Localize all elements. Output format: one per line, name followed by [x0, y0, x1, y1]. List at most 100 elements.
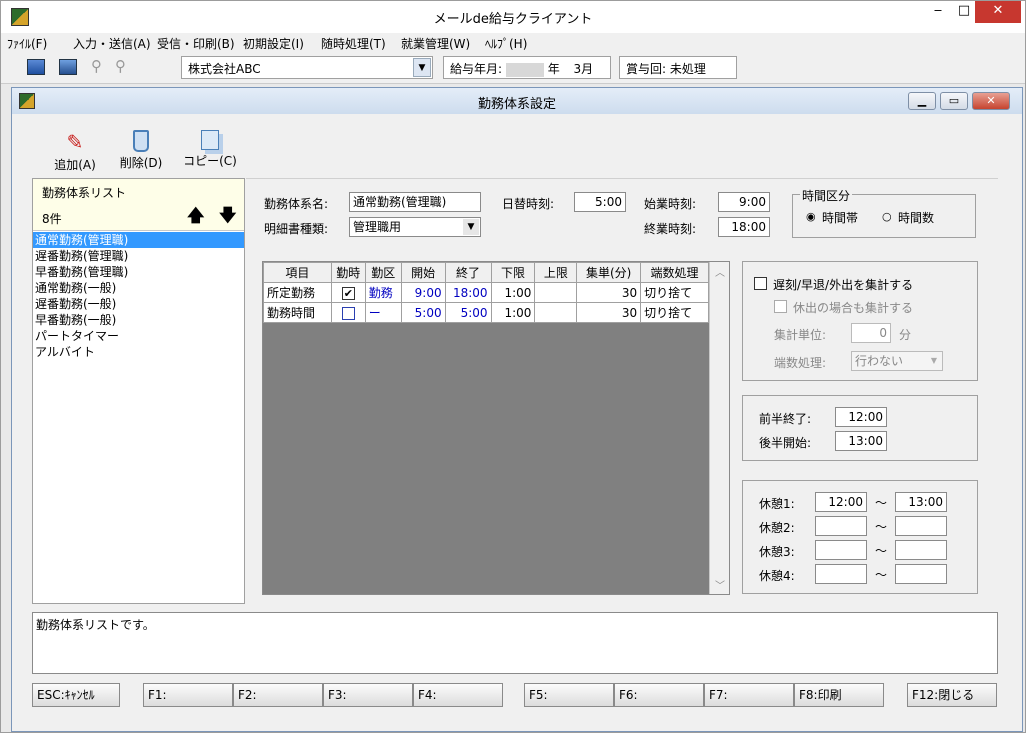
screen-icon[interactable]: [59, 59, 77, 75]
add-button[interactable]: ✎ 追加(A): [50, 130, 100, 173]
cell-item[interactable]: 所定勤務: [263, 282, 332, 303]
child-minimize-icon[interactable]: ▁: [908, 92, 936, 110]
menu-help[interactable]: ﾍﾙﾌﾟ(H): [485, 35, 527, 52]
cell-check[interactable]: ✔: [330, 282, 366, 303]
daychange-field[interactable]: 5:00: [574, 192, 626, 212]
col-header: 端数処理: [640, 262, 709, 283]
scroll-down-icon[interactable]: ﹀: [715, 577, 725, 592]
menu-bar: ﾌｧｲﾙ(F) 入力・送信(A) 受信・印刷(B) 初期設定(I) 随時処理(T…: [1, 33, 1025, 52]
tally-checkbox[interactable]: [754, 277, 767, 290]
break-to-field[interactable]: [895, 540, 947, 560]
menu-occasional[interactable]: 随時処理(T): [321, 35, 386, 52]
menu-work[interactable]: 就業管理(W): [401, 35, 470, 52]
company-select[interactable]: 株式会社ABC ▼: [181, 56, 433, 79]
end-field[interactable]: 18:00: [718, 217, 770, 237]
list-item[interactable]: 通常勤務(一般): [33, 280, 244, 296]
break-to-field[interactable]: [895, 516, 947, 536]
monitor-icon[interactable]: [27, 59, 45, 75]
holiday-label[interactable]: 休出の場合も集計する: [793, 299, 913, 316]
start-field[interactable]: 9:00: [718, 192, 770, 212]
cell-round[interactable]: 切り捨て: [640, 302, 709, 323]
key-icon-2[interactable]: ⚲: [115, 59, 133, 75]
f12-close-button[interactable]: F12:閉じる: [907, 683, 997, 707]
break-from-field[interactable]: [815, 564, 867, 584]
list-item[interactable]: 早番勤務(管理職): [33, 264, 244, 280]
col-header: 項目: [263, 262, 332, 283]
pay-month-month: 3月: [573, 62, 594, 76]
list-item[interactable]: 遅番勤務(一般): [33, 296, 244, 312]
cell-max[interactable]: [534, 282, 578, 303]
cell-check[interactable]: [330, 302, 366, 323]
cell-unit[interactable]: 30: [576, 282, 642, 303]
chevron-down-icon[interactable]: ▼: [927, 353, 941, 369]
cell-end[interactable]: 18:00: [444, 282, 492, 303]
break-to-field[interactable]: [895, 564, 947, 584]
radio-icon[interactable]: ○: [882, 210, 892, 223]
f1-button[interactable]: F1:: [143, 683, 233, 707]
arrow-up-icon[interactable]: 🡅: [187, 203, 204, 232]
copy-button[interactable]: コピー(C): [182, 130, 238, 169]
f4-button[interactable]: F4:: [413, 683, 503, 707]
cell-min[interactable]: 1:00: [490, 302, 536, 323]
cell-start[interactable]: 9:00: [400, 282, 446, 303]
name-field[interactable]: 通常勤務(管理職): [349, 192, 481, 212]
holiday-checkbox[interactable]: [774, 300, 787, 313]
radio-timeband[interactable]: 時間帯: [822, 209, 858, 226]
round-select[interactable]: 行わない ▼: [851, 351, 943, 371]
f3-button[interactable]: F3:: [323, 683, 413, 707]
pattern-list-panel: 勤務体系リスト 8件 🡅 🡇 通常勤務(管理職) 遅番勤務(管理職) 早番勤務(…: [32, 178, 245, 604]
list-item[interactable]: アルバイト: [33, 344, 244, 360]
close-icon[interactable]: ✕: [975, 1, 1021, 23]
esc-button[interactable]: ESC:ｷｬﾝｾﾙ: [32, 683, 120, 707]
table-row[interactable]: 勤務時間 ー 5:00 5:00 1:00 30 切り捨て: [263, 302, 709, 323]
cell-item[interactable]: 勤務時間: [263, 302, 332, 323]
cell-start[interactable]: 5:00: [400, 302, 446, 323]
cell-round[interactable]: 切り捨て: [640, 282, 709, 303]
first-half-field[interactable]: 12:00: [835, 407, 887, 427]
cell-end[interactable]: 5:00: [444, 302, 492, 323]
menu-receive[interactable]: 受信・印刷(B): [157, 35, 235, 52]
arrow-down-icon[interactable]: 🡇: [219, 203, 236, 232]
list-item[interactable]: パートタイマー: [33, 328, 244, 344]
col-header: 開始: [400, 262, 446, 283]
cell-max[interactable]: [534, 302, 578, 323]
f2-button[interactable]: F2:: [233, 683, 323, 707]
key-icon[interactable]: ⚲: [91, 59, 109, 75]
menu-settings[interactable]: 初期設定(I): [243, 35, 304, 52]
break-to-field[interactable]: 13:00: [895, 492, 947, 512]
child-close-icon[interactable]: ✕: [972, 92, 1010, 110]
unit-field[interactable]: 0: [851, 323, 891, 343]
chevron-down-icon[interactable]: ▼: [413, 58, 431, 77]
table-row[interactable]: 所定勤務 ✔ 勤務 9:00 18:00 1:00 30 切り捨て: [263, 282, 709, 303]
cell-min[interactable]: 1:00: [490, 282, 536, 303]
f8-print-button[interactable]: F8:印刷: [794, 683, 884, 707]
list-item[interactable]: 遅番勤務(管理職): [33, 248, 244, 264]
delete-button[interactable]: 削除(D): [116, 130, 166, 171]
child-restore-icon[interactable]: ▭: [940, 92, 968, 110]
payslip-select[interactable]: 管理職用 ▼: [349, 217, 481, 237]
break-from-field[interactable]: 12:00: [815, 492, 867, 512]
cell-kind[interactable]: ー: [364, 302, 402, 323]
f7-button[interactable]: F7:: [704, 683, 794, 707]
cell-kind[interactable]: 勤務: [364, 282, 402, 303]
table-scrollbar[interactable]: ︿ ﹀: [709, 262, 729, 594]
f6-button[interactable]: F6:: [614, 683, 704, 707]
second-half-field[interactable]: 13:00: [835, 431, 887, 451]
break-from-field[interactable]: [815, 540, 867, 560]
list-item[interactable]: 早番勤務(一般): [33, 312, 244, 328]
tilde: ～: [875, 520, 888, 534]
radio-selected-icon[interactable]: ◉: [806, 210, 816, 223]
cell-unit[interactable]: 30: [576, 302, 642, 323]
app-window: メールde給与クライアント ‒ □ ✕ ﾌｧｲﾙ(F) 入力・送信(A) 受信・…: [0, 0, 1026, 733]
radio-hours[interactable]: 時間数: [898, 209, 934, 226]
checkbox-checked-icon[interactable]: ✔: [341, 286, 355, 300]
f5-button[interactable]: F5:: [524, 683, 614, 707]
menu-input[interactable]: 入力・送信(A): [73, 35, 151, 52]
menu-file[interactable]: ﾌｧｲﾙ(F): [7, 35, 47, 52]
chevron-down-icon[interactable]: ▼: [463, 219, 479, 235]
checkbox-icon[interactable]: [341, 306, 355, 320]
scroll-up-icon[interactable]: ︿: [715, 264, 725, 279]
break-from-field[interactable]: [815, 516, 867, 536]
tally-label[interactable]: 遅刻/早退/外出を集計する: [773, 276, 913, 293]
list-item[interactable]: 通常勤務(管理職): [33, 232, 244, 248]
